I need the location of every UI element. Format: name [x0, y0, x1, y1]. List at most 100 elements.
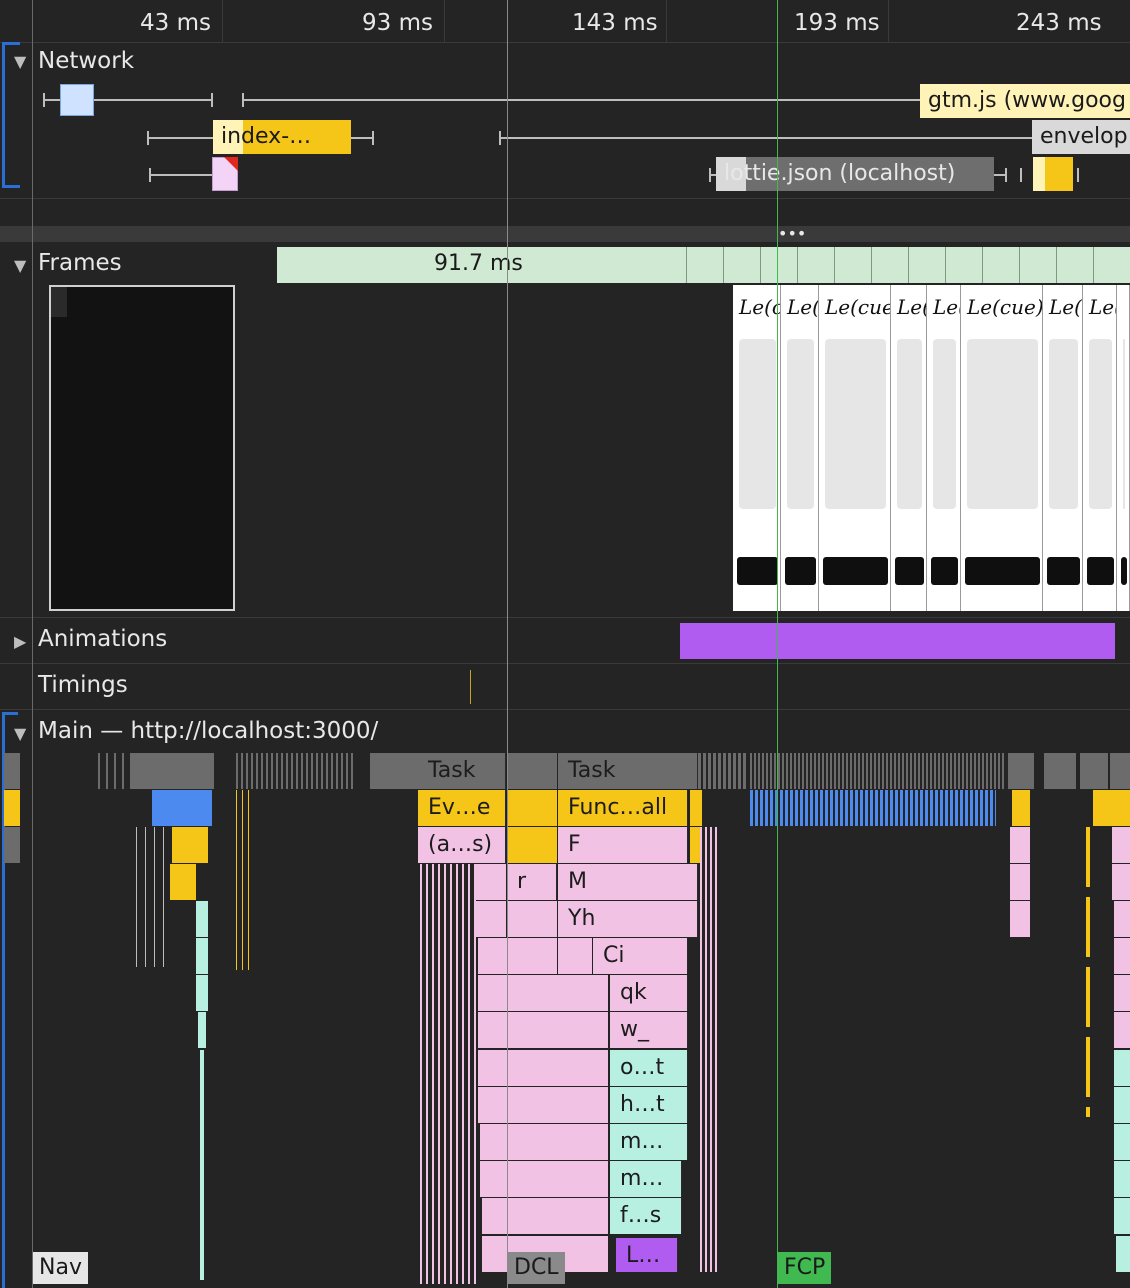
task-slivers[interactable] — [236, 753, 356, 789]
task-block[interactable]: Task — [418, 753, 506, 789]
paint-block[interactable] — [1114, 1087, 1130, 1123]
call-block[interactable] — [478, 975, 608, 1011]
frame-thumbnail[interactable]: Le(cue) — [927, 285, 961, 611]
script-block[interactable] — [170, 864, 196, 900]
task-block[interactable] — [1008, 753, 1034, 789]
frame-block[interactable]: 91.7 ms — [277, 247, 687, 283]
call-block[interactable] — [476, 901, 506, 937]
event-call[interactable]: Ev…e — [418, 790, 506, 826]
paint-block[interactable] — [196, 938, 208, 974]
paint-block[interactable] — [196, 901, 208, 937]
paint-block[interactable] — [1116, 1236, 1130, 1272]
animations-track-title[interactable]: Animations — [38, 626, 167, 652]
script-block[interactable] — [1093, 790, 1130, 826]
task-block[interactable]: Task — [558, 753, 698, 789]
task-slivers[interactable] — [98, 753, 132, 789]
paint-fs[interactable]: f…s — [610, 1198, 682, 1234]
task-block[interactable] — [507, 753, 557, 789]
script-block[interactable] — [172, 827, 208, 863]
call-block[interactable] — [480, 1124, 608, 1160]
animation-block[interactable] — [680, 623, 1115, 659]
paint-block[interactable] — [1114, 1124, 1130, 1160]
script-sliver[interactable] — [1086, 827, 1090, 1117]
function-call[interactable]: Func…all — [558, 790, 688, 826]
call-f[interactable]: F — [558, 827, 688, 863]
call-block[interactable] — [478, 1087, 608, 1123]
network-request-script[interactable] — [1033, 157, 1073, 191]
script-block[interactable] — [690, 827, 700, 863]
paint-block[interactable] — [1114, 1161, 1130, 1197]
paint-block[interactable] — [198, 1012, 206, 1048]
network-request-index[interactable]: index-… — [213, 120, 351, 154]
resize-handle[interactable] — [0, 226, 1130, 242]
call-block[interactable] — [480, 1161, 608, 1197]
script-block[interactable] — [690, 790, 702, 826]
paint-block[interactable] — [1114, 1198, 1130, 1234]
script-block[interactable] — [507, 827, 557, 863]
frames-track-title[interactable]: Frames — [38, 250, 122, 276]
task-block[interactable] — [132, 753, 214, 789]
task-block[interactable] — [1044, 753, 1076, 789]
call-slivers[interactable] — [136, 827, 170, 967]
call-block[interactable] — [478, 938, 557, 974]
call-slivers[interactable] — [236, 790, 254, 970]
paint-m[interactable]: m… — [610, 1124, 688, 1160]
call-ci[interactable]: Ci — [593, 938, 688, 974]
timing-mark[interactable] — [470, 670, 471, 704]
call-block[interactable] — [1010, 901, 1030, 937]
network-request-doc[interactable] — [60, 84, 94, 116]
frame-thumbnail[interactable]: Le(cue) — [1043, 285, 1083, 611]
main-track-title[interactable]: Main — http://localhost:3000/ — [38, 718, 378, 744]
call-block[interactable] — [478, 1012, 608, 1048]
paint-ot[interactable]: o…t — [610, 1050, 688, 1086]
frame-thumbnails[interactable]: Le(cue) Le(cue) Le(cue) Le(cue) Le(cue) … — [733, 285, 1130, 611]
frame-thumbnail-blank[interactable] — [49, 285, 235, 611]
call-block[interactable] — [507, 901, 557, 937]
frame-thumbnail[interactable]: Le(cue) — [961, 285, 1043, 611]
call-block[interactable] — [478, 1050, 608, 1086]
layout-block[interactable]: L… — [616, 1238, 678, 1272]
paint-block[interactable] — [196, 975, 208, 1011]
call-w[interactable]: w_ — [610, 1012, 688, 1048]
task-slivers[interactable] — [698, 753, 746, 789]
frame-thumbnail[interactable]: Le(cue) — [781, 285, 819, 611]
task-slivers[interactable] — [750, 753, 1006, 789]
frame-thumbnail[interactable]: Le(cue) — [891, 285, 927, 611]
call-block[interactable] — [1114, 975, 1130, 1011]
fcp-marker[interactable]: FCP — [778, 1252, 832, 1284]
script-slivers[interactable] — [750, 790, 996, 826]
anon-call[interactable]: (a…s) — [418, 827, 506, 863]
script-block[interactable] — [507, 790, 557, 826]
task-block[interactable] — [1110, 753, 1130, 789]
network-request-envelope[interactable]: envelop — [1032, 120, 1130, 154]
paint-m[interactable]: m… — [610, 1161, 682, 1197]
network-track-title[interactable]: Network — [38, 48, 134, 74]
call-block[interactable] — [558, 938, 592, 974]
call-block[interactable] — [1114, 901, 1130, 937]
task-block[interactable] — [1080, 753, 1108, 789]
network-request-lottie[interactable]: lottie.json (localhost) — [716, 157, 994, 191]
call-slivers[interactable] — [700, 827, 718, 1272]
call-block[interactable] — [1010, 864, 1030, 900]
timings-track-title[interactable]: Timings — [38, 672, 128, 698]
expand-triangle-icon[interactable]: ▶ — [14, 632, 26, 651]
network-request-gtm[interactable]: gtm.js (www.goog — [920, 84, 1130, 118]
nav-marker[interactable]: Nav — [33, 1252, 88, 1284]
call-qk[interactable]: qk — [610, 975, 688, 1011]
paint-block[interactable] — [1114, 1050, 1130, 1086]
call-block[interactable] — [482, 1198, 608, 1234]
call-r[interactable]: r — [507, 864, 557, 900]
frame-blocks[interactable] — [687, 247, 1130, 283]
script-block[interactable] — [152, 790, 212, 826]
frame-thumbnail[interactable] — [1117, 285, 1130, 611]
call-yh[interactable]: Yh — [558, 901, 698, 937]
call-block[interactable] — [1112, 864, 1130, 900]
script-block[interactable] — [1012, 790, 1030, 826]
paint-ht[interactable]: h…t — [610, 1087, 688, 1123]
dcl-marker[interactable]: DCL — [508, 1252, 565, 1284]
frame-thumbnail[interactable]: Le(cue) — [1083, 285, 1117, 611]
call-slivers[interactable] — [420, 864, 476, 1284]
frame-thumbnail[interactable]: Le(cue) — [733, 285, 781, 611]
collapse-triangle-icon[interactable]: ▼ — [14, 724, 26, 743]
frame-thumbnail[interactable]: Le(cue) — [819, 285, 891, 611]
